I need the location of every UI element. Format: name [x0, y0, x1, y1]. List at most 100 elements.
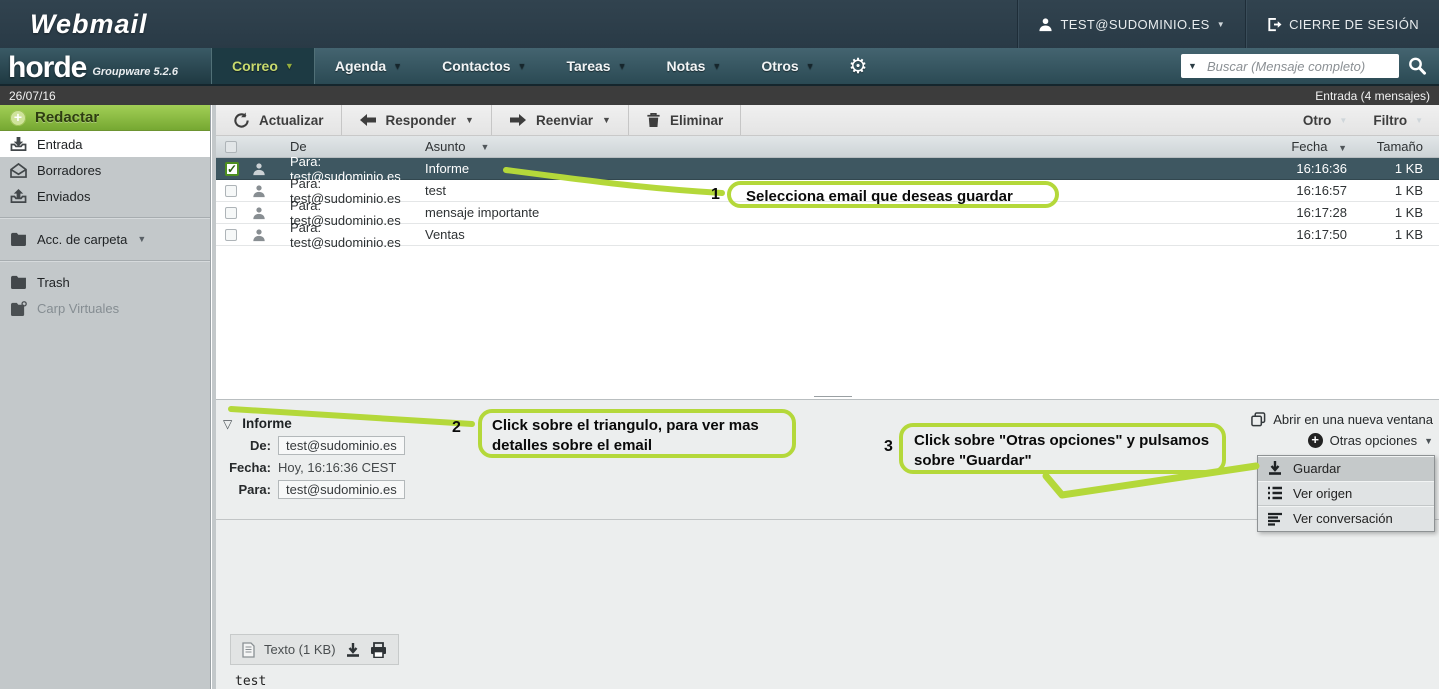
- refresh-icon: [233, 112, 250, 129]
- logout-icon: [1266, 17, 1282, 32]
- preview-fields: De: test@sudominio.es Fecha: Hoy, 16:16:…: [223, 436, 405, 499]
- row-checkbox[interactable]: [225, 207, 237, 219]
- menu-item-guardar[interactable]: Guardar: [1258, 456, 1434, 481]
- date-header-label: Fecha: [1291, 139, 1327, 154]
- sidebar-item-folder-actions[interactable]: Acc. de carpeta ▼: [0, 226, 210, 252]
- search-input[interactable]: [1181, 54, 1399, 78]
- horde-brand: horde Groupware 5.2.6: [0, 48, 211, 84]
- other-menu-button[interactable]: Otro ▼: [1303, 113, 1347, 128]
- row-time: 16:17:28: [1241, 205, 1353, 220]
- other-label: Otro: [1303, 113, 1332, 128]
- mail-main: Actualizar Responder ▼ Reenviar ▼ Elimin…: [216, 105, 1439, 689]
- nav-label: Agenda: [335, 58, 386, 74]
- mail-toolbar: Actualizar Responder ▼ Reenviar ▼ Elimin…: [216, 105, 1439, 136]
- check-icon: ✓: [227, 162, 237, 176]
- nav-item-notas[interactable]: Notas ▼: [647, 48, 742, 84]
- delete-label: Eliminar: [670, 113, 723, 128]
- status-date: 26/07/16: [9, 89, 56, 103]
- user-menu[interactable]: TEST@SUDOMINIO.ES ▼: [1017, 0, 1245, 48]
- message-row[interactable]: Para: test@sudominio.es Ventas 16:17:50 …: [216, 224, 1439, 246]
- draft-envelope-icon: [10, 163, 27, 178]
- preview-actions: Abrir en una nueva ventana + Otras opcio…: [1251, 412, 1433, 448]
- subject-header-label: Asunto: [425, 139, 465, 154]
- webmail-app: Webmail TEST@SUDOMINIO.ES ▼ CIERRE DE SE…: [0, 0, 1439, 689]
- delete-button[interactable]: Eliminar: [629, 105, 741, 135]
- menu-item-ver-conversacion[interactable]: Ver conversación: [1258, 506, 1434, 531]
- size-column-header[interactable]: Tamaño: [1353, 139, 1439, 154]
- nav-item-agenda[interactable]: Agenda ▼: [315, 48, 422, 84]
- row-time: 16:16:57: [1241, 183, 1353, 198]
- forward-arrow-icon: [509, 113, 527, 127]
- nav-label: Notas: [667, 58, 706, 74]
- horde-logo: horde: [8, 55, 86, 81]
- attachment-label: Texto (1 KB): [264, 642, 336, 657]
- attachment-chip[interactable]: Texto (1 KB): [230, 634, 399, 665]
- other-options-button[interactable]: + Otras opciones ▼: [1308, 433, 1433, 448]
- row-subject: test: [425, 183, 1241, 198]
- sort-arrow-icon: ▼: [1338, 143, 1347, 153]
- search-box: ▼: [1181, 54, 1399, 78]
- sidebar-item-trash[interactable]: Trash: [0, 269, 210, 295]
- subject-column-header[interactable]: Asunto ▼: [425, 139, 1241, 154]
- chevron-down-icon: ▼: [1217, 20, 1225, 29]
- filter-menu-button[interactable]: Filtro ▼: [1373, 113, 1423, 128]
- inbox-icon: [10, 136, 27, 152]
- search-zone: ▼: [1181, 48, 1439, 84]
- preview-subject: Informe: [242, 416, 292, 431]
- expand-triangle-icon[interactable]: ▽: [223, 417, 232, 431]
- nav-item-tareas[interactable]: Tareas ▼: [546, 48, 646, 84]
- open-new-window-button[interactable]: Abrir en una nueva ventana: [1251, 412, 1433, 427]
- nav-item-otros[interactable]: Otros ▼: [741, 48, 834, 84]
- sidebar-item-carp-virtuales[interactable]: Carp Virtuales: [0, 295, 210, 321]
- from-column-header[interactable]: De: [290, 139, 425, 154]
- select-all-checkbox[interactable]: [225, 141, 237, 153]
- nav-item-correo[interactable]: Correo ▼: [211, 48, 315, 84]
- nav-label: Correo: [232, 58, 278, 74]
- menu-item-ver-origen[interactable]: Ver origen: [1258, 481, 1434, 506]
- search-scope-arrow-icon[interactable]: ▼: [1188, 61, 1197, 71]
- search-icon[interactable]: [1407, 56, 1427, 76]
- person-icon: [252, 162, 266, 176]
- compose-button[interactable]: + Redactar: [0, 105, 210, 131]
- horde-version: Groupware 5.2.6: [92, 66, 178, 81]
- row-time: 16:16:36: [1241, 161, 1353, 176]
- sidebar-item-entrada[interactable]: Entrada: [0, 131, 210, 157]
- to-value[interactable]: test@sudominio.es: [278, 480, 405, 499]
- folder-label: Entrada: [37, 137, 83, 152]
- row-subject: Informe: [425, 161, 1241, 176]
- download-icon[interactable]: [345, 642, 361, 658]
- settings-button[interactable]: ⚙: [835, 48, 882, 84]
- row-size: 1 KB: [1353, 227, 1439, 242]
- sent-icon: [10, 188, 27, 204]
- reply-button[interactable]: Responder ▼: [342, 105, 492, 135]
- chevron-down-icon: ▼: [465, 115, 474, 125]
- chevron-down-icon: ▼: [618, 61, 627, 71]
- refresh-button[interactable]: Actualizar: [216, 105, 342, 135]
- row-checkbox[interactable]: [225, 185, 237, 197]
- nav-item-contactos[interactable]: Contactos ▼: [422, 48, 546, 84]
- sidebar-item-borradores[interactable]: Borradores: [0, 157, 210, 183]
- row-checkbox-checked[interactable]: ✓: [225, 162, 239, 176]
- forward-button[interactable]: Reenviar ▼: [492, 105, 629, 135]
- document-icon: [242, 642, 255, 658]
- row-checkbox[interactable]: [225, 229, 237, 241]
- user-email: TEST@SUDOMINIO.ES: [1060, 17, 1209, 32]
- reply-arrow-icon: [359, 113, 377, 127]
- folder-actions-label: Acc. de carpeta: [37, 232, 127, 247]
- folder-label: Trash: [37, 275, 70, 290]
- chevron-down-icon: ▼: [1339, 116, 1347, 125]
- from-value[interactable]: test@sudominio.es: [278, 436, 405, 455]
- navbar: horde Groupware 5.2.6 Correo ▼ Agenda ▼ …: [0, 48, 1439, 86]
- chevron-down-icon: ▼: [137, 234, 146, 244]
- topbar: Webmail TEST@SUDOMINIO.ES ▼ CIERRE DE SE…: [0, 0, 1439, 48]
- preview-header: ▽ Informe De: test@sudominio.es Fecha: H…: [216, 400, 1439, 520]
- person-icon: [252, 184, 266, 198]
- date-column-header[interactable]: Fecha ▼: [1241, 139, 1353, 154]
- sort-arrow-icon: ▼: [480, 142, 489, 152]
- menu-item-label: Ver conversación: [1293, 511, 1393, 526]
- webmail-logo: Webmail: [0, 9, 148, 40]
- print-icon[interactable]: [370, 642, 387, 658]
- chevron-down-icon: ▼: [1424, 436, 1433, 446]
- logout-button[interactable]: CIERRE DE SESIÓN: [1245, 0, 1439, 48]
- sidebar-item-enviados[interactable]: Enviados: [0, 183, 210, 209]
